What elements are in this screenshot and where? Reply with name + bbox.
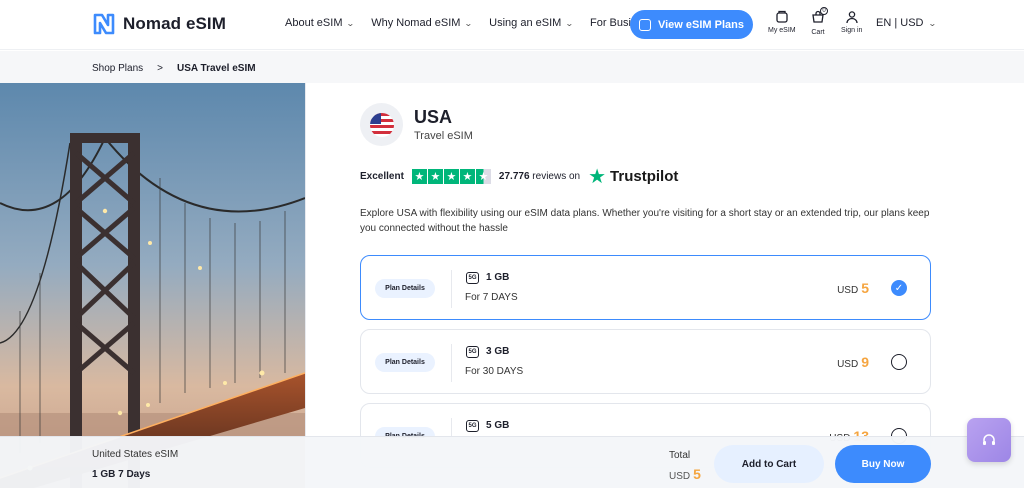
plan-duration: For 30 DAYS — [465, 366, 524, 377]
chevron-down-icon: ⌄ — [346, 18, 356, 28]
plan-details-button[interactable]: Plan Details — [375, 279, 435, 298]
star-icon: ★ — [459, 169, 475, 184]
plan-radio-selected[interactable]: ✓ — [891, 280, 907, 296]
headset-icon — [983, 434, 995, 445]
card-divider — [451, 270, 452, 308]
selected-plan-summary: 1 GB 7 Days — [92, 469, 151, 480]
chevron-down-icon: ⌄ — [464, 18, 474, 28]
trustpilot-rating[interactable]: Excellent ★ ★ ★ ★ ★ 27.776 reviews on ★ … — [360, 164, 678, 189]
buy-now-button[interactable]: Buy Now — [835, 445, 931, 483]
brand-name: Nomad eSIM — [123, 14, 227, 33]
5g-icon: 5G — [466, 420, 479, 432]
plan-details-button[interactable]: Plan Details — [375, 353, 435, 372]
plan-card-3gb[interactable]: Plan Details 5G 3 GB For 30 DAYS USD 9 — [360, 329, 931, 394]
rating-label: Excellent — [360, 171, 404, 182]
chevron-down-icon: ⌄ — [565, 18, 575, 28]
breadcrumb-shop-plans[interactable]: Shop Plans — [92, 63, 143, 74]
usa-flag-avatar — [360, 103, 403, 146]
hero-image-bridge — [0, 83, 305, 488]
breadcrumb-bar: Shop Plans > USA Travel eSIM — [0, 51, 1024, 83]
total-value: USD 5 — [669, 466, 701, 482]
card-divider — [451, 344, 452, 382]
plan-price: USD 9 — [837, 354, 869, 370]
rating-stars: ★ ★ ★ ★ ★ — [411, 169, 491, 184]
breadcrumb: Shop Plans > USA Travel eSIM — [92, 63, 256, 74]
checkout-bar: United States eSIM 1 GB 7 Days Total USD… — [0, 436, 1024, 488]
site-header: Nomad eSIM About eSIM ⌄ Why Nomad eSIM ⌄ U… — [0, 0, 1024, 50]
cart-count-badge: 0 — [820, 7, 828, 15]
support-chat-button[interactable] — [967, 418, 1011, 462]
checkmark-icon: ✓ — [894, 282, 904, 294]
nav-using-esim[interactable]: Using an eSIM ⌄ — [489, 17, 575, 29]
plan-data: 1 GB — [486, 272, 510, 283]
5g-icon: 5G — [466, 272, 479, 284]
product-subtitle: Travel eSIM — [414, 130, 473, 142]
reviews-text: 27.776 reviews on — [498, 171, 581, 182]
view-esim-plans-button[interactable]: View eSIM Plans — [630, 10, 753, 39]
add-to-cart-button[interactable]: Add to Cart — [714, 445, 824, 483]
product-title: USA — [414, 107, 453, 127]
bridge-illustration — [0, 83, 305, 488]
plan-card-1gb[interactable]: Plan Details 5G 1 GB For 7 DAYS USD 5 ✓ — [360, 255, 931, 320]
star-icon: ★ — [411, 169, 427, 184]
plan-data: 3 GB — [486, 346, 510, 357]
my-esim-icon — [776, 10, 788, 23]
nav-why-nomad[interactable]: Why Nomad eSIM ⌄ — [371, 17, 474, 29]
trustpilot-logo: ★ Trustpilot — [588, 166, 679, 188]
cart-link[interactable]: 0 Cart — [811, 7, 828, 36]
nav-about-esim[interactable]: About eSIM ⌄ — [285, 17, 356, 29]
product-description: Explore USA with flexibility using our e… — [360, 208, 930, 234]
user-icon — [846, 11, 858, 24]
plan-price: USD 5 — [837, 280, 869, 296]
breadcrumb-separator: > — [157, 63, 163, 74]
trustpilot-star-icon: ★ — [588, 166, 607, 188]
sign-in-link[interactable]: Sign in — [841, 10, 862, 34]
brand-logo[interactable]: Nomad eSIM — [92, 13, 226, 35]
panel-divider — [305, 83, 306, 488]
half-star-icon: ★ — [475, 169, 491, 184]
plan-data: 5 GB — [486, 420, 510, 431]
total-label: Total — [669, 450, 691, 461]
sim-card-icon — [638, 18, 651, 31]
my-esim-link[interactable]: My eSIM — [768, 10, 796, 34]
main-nav: About eSIM ⌄ Why Nomad eSIM ⌄ Using an eSI… — [285, 17, 671, 29]
us-flag-icon — [369, 112, 394, 137]
5g-icon: 5G — [466, 346, 479, 358]
locale-selector[interactable]: EN | USD ⌄ — [876, 17, 938, 29]
selected-product-name: United States eSIM — [92, 449, 179, 460]
chevron-down-icon: ⌄ — [928, 18, 938, 28]
star-icon: ★ — [443, 169, 459, 184]
plan-radio[interactable] — [891, 354, 907, 370]
plan-duration: For 7 DAYS — [465, 292, 518, 303]
star-icon: ★ — [427, 169, 443, 184]
nomad-logo-icon — [93, 13, 115, 35]
breadcrumb-current: USA Travel eSIM — [177, 63, 256, 74]
